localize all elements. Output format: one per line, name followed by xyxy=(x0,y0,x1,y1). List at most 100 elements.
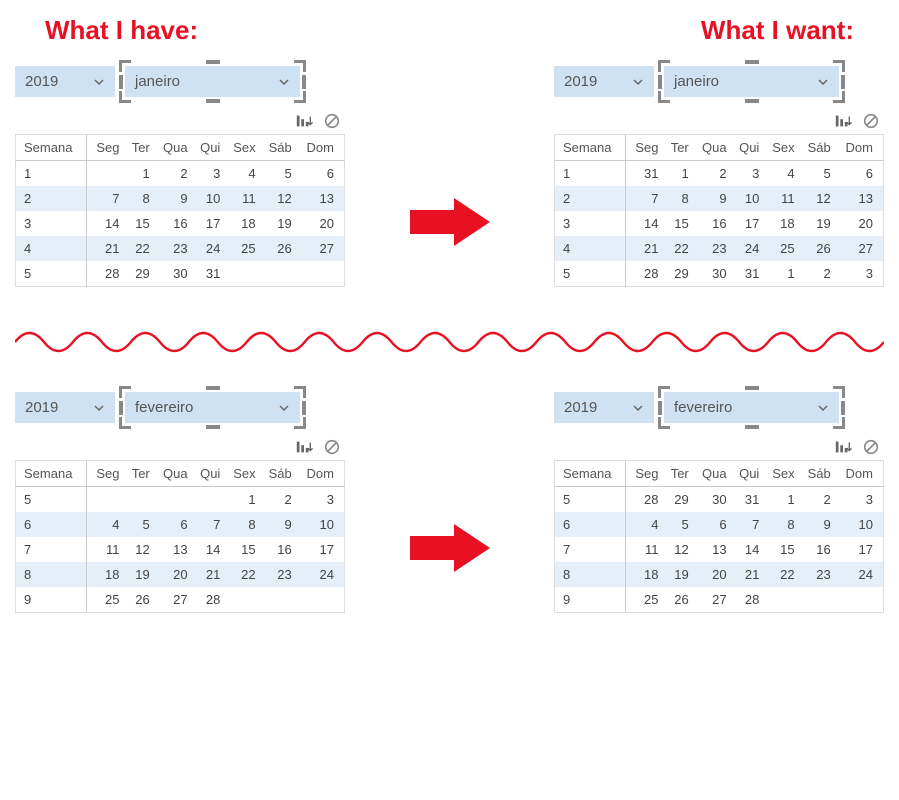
heading-right: What I want: xyxy=(701,15,854,46)
cell: 29 xyxy=(663,487,693,513)
cell xyxy=(224,587,259,613)
col-header: Qui xyxy=(192,135,225,161)
cell: 4 xyxy=(16,236,87,261)
cell xyxy=(124,487,154,513)
cell: 3 xyxy=(835,261,884,287)
cell: 23 xyxy=(154,236,192,261)
month-dropdown-right-1[interactable]: fevereiro xyxy=(664,392,839,423)
table-row: 278910111213 xyxy=(555,186,884,211)
col-header: Qua xyxy=(154,461,192,487)
month-dropdown-left-0[interactable]: janeiro xyxy=(125,66,300,97)
cell xyxy=(296,261,345,287)
year-dropdown-right-0[interactable]: 2019 xyxy=(554,66,654,97)
cell: 22 xyxy=(124,236,154,261)
cell: 6 xyxy=(296,161,345,187)
table-row: 528293031 xyxy=(16,261,345,287)
cell: 29 xyxy=(124,261,154,287)
cell: 6 xyxy=(693,512,731,537)
cell: 24 xyxy=(192,236,225,261)
cell: 7 xyxy=(731,512,764,537)
cell: 3 xyxy=(731,161,764,187)
cell: 1 xyxy=(663,161,693,187)
col-header: Dom xyxy=(835,135,884,161)
cell: 4 xyxy=(626,512,663,537)
cell: 10 xyxy=(731,186,764,211)
chevron-down-icon xyxy=(93,76,105,88)
cell: 9 xyxy=(555,587,626,613)
clear-filter-icon[interactable] xyxy=(323,438,341,456)
cell: 19 xyxy=(663,562,693,587)
month-dropdown-label: janeiro xyxy=(674,73,719,90)
cell: 18 xyxy=(224,211,259,236)
cell: 31 xyxy=(192,261,225,287)
cell: 18 xyxy=(626,562,663,587)
sort-bar-icon[interactable] xyxy=(295,438,313,456)
cell: 14 xyxy=(626,211,663,236)
cell xyxy=(260,587,296,613)
cell: 1 xyxy=(224,487,259,513)
col-header: Ter xyxy=(663,135,693,161)
cell: 30 xyxy=(693,261,731,287)
month-dropdown-right-0[interactable]: janeiro xyxy=(664,66,839,97)
cell: 13 xyxy=(693,537,731,562)
cell: 20 xyxy=(693,562,731,587)
chevron-down-icon xyxy=(632,402,644,414)
clear-filter-icon[interactable] xyxy=(323,112,341,130)
cell: 31 xyxy=(731,487,764,513)
col-header: Dom xyxy=(296,135,345,161)
table-row: 711121314151617 xyxy=(555,537,884,562)
cell: 28 xyxy=(626,487,663,513)
cell: 21 xyxy=(192,562,225,587)
panel-right-0: 2019janeiroSemanaSegTerQuaQuiSexSábDom13… xyxy=(554,66,884,287)
sort-bar-icon[interactable] xyxy=(834,438,852,456)
cell: 17 xyxy=(192,211,225,236)
year-dropdown-right-1[interactable]: 2019 xyxy=(554,392,654,423)
cell xyxy=(192,487,225,513)
cell: 19 xyxy=(799,211,835,236)
year-dropdown-left-1[interactable]: 2019 xyxy=(15,392,115,423)
table-row: 278910111213 xyxy=(16,186,345,211)
sort-bar-icon[interactable] xyxy=(295,112,313,130)
cell: 20 xyxy=(154,562,192,587)
table-row: 528293031123 xyxy=(555,261,884,287)
cell: 3 xyxy=(296,487,345,513)
col-header: Dom xyxy=(835,461,884,487)
cell: 16 xyxy=(260,537,296,562)
cell: 26 xyxy=(799,236,835,261)
sort-bar-icon[interactable] xyxy=(834,112,852,130)
cell: 21 xyxy=(626,236,663,261)
year-dropdown-left-0[interactable]: 2019 xyxy=(15,66,115,97)
cell: 11 xyxy=(626,537,663,562)
col-header: Seg xyxy=(87,135,124,161)
table-row: 421222324252627 xyxy=(555,236,884,261)
cell: 10 xyxy=(192,186,225,211)
cell: 12 xyxy=(260,186,296,211)
table-row: 818192021222324 xyxy=(555,562,884,587)
chevron-down-icon xyxy=(632,76,644,88)
cell: 4 xyxy=(763,161,798,187)
col-header: Semana xyxy=(16,461,87,487)
cell xyxy=(87,487,124,513)
table-row: 131123456 xyxy=(555,161,884,187)
cell: 30 xyxy=(693,487,731,513)
month-dropdown-left-1[interactable]: fevereiro xyxy=(125,392,300,423)
year-dropdown-label: 2019 xyxy=(25,399,58,416)
clear-filter-icon[interactable] xyxy=(862,112,880,130)
cell: 27 xyxy=(154,587,192,613)
cell: 12 xyxy=(799,186,835,211)
col-header: Seg xyxy=(626,135,663,161)
cell: 19 xyxy=(124,562,154,587)
chevron-down-icon xyxy=(817,402,829,414)
col-header: Qua xyxy=(693,135,731,161)
cell: 3 xyxy=(835,487,884,513)
chevron-down-icon xyxy=(93,402,105,414)
panel-right-1: 2019fevereiroSemanaSegTerQuaQuiSexSábDom… xyxy=(554,392,884,613)
col-header: Semana xyxy=(16,135,87,161)
cell: 28 xyxy=(731,587,764,613)
cell xyxy=(87,161,124,187)
cell: 28 xyxy=(87,261,124,287)
clear-filter-icon[interactable] xyxy=(862,438,880,456)
col-header: Qua xyxy=(693,461,731,487)
col-header: Qui xyxy=(192,461,225,487)
cell: 16 xyxy=(693,211,731,236)
